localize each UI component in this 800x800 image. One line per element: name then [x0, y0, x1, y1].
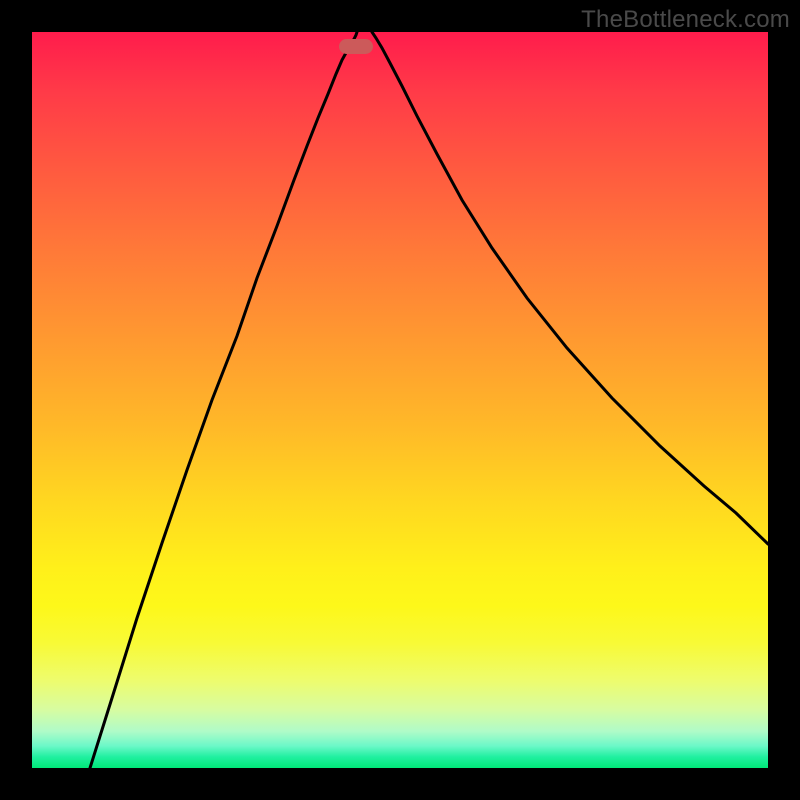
watermark-text: TheBottleneck.com	[581, 6, 790, 34]
bottleneck-curve	[32, 32, 768, 768]
optimum-marker	[339, 39, 373, 54]
plot-area	[32, 32, 768, 768]
chart-frame: TheBottleneck.com	[0, 0, 800, 800]
